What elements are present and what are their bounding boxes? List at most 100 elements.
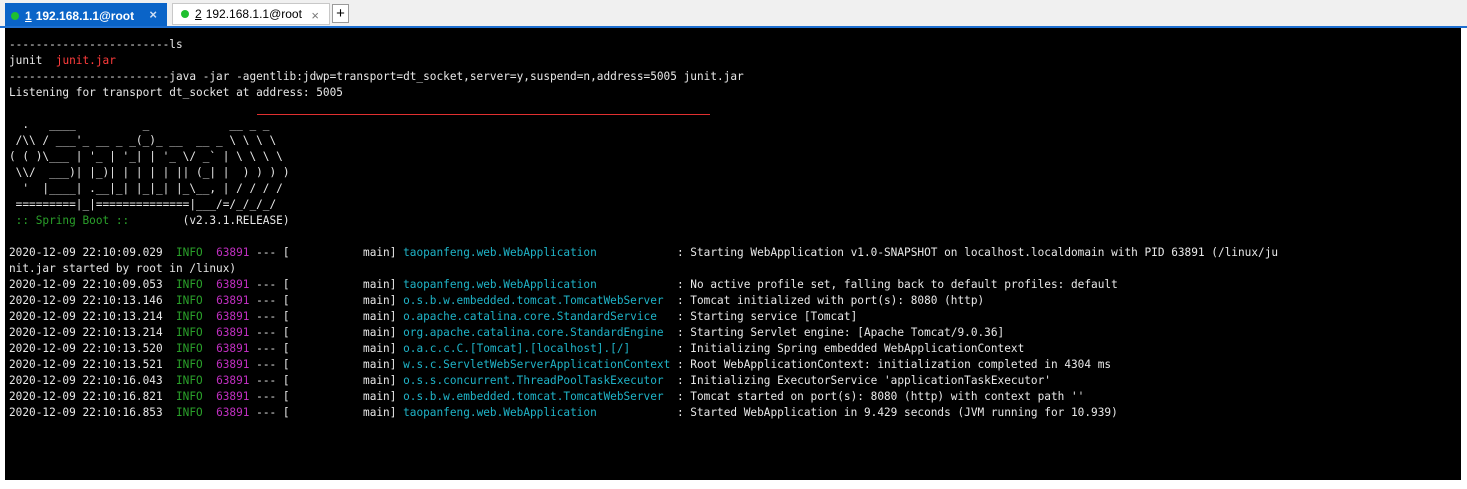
log-timestamp: 2020-12-09 22:10:09.053 bbox=[9, 278, 163, 291]
log-line: 2020-12-09 22:10:16.821 INFO 63891 --- [… bbox=[9, 389, 1084, 405]
tab-title: 192.168.1.1@root bbox=[35, 8, 135, 23]
spring-boot-label: :: Spring Boot :: bbox=[9, 214, 136, 227]
spring-boot-version: (v2.3.1.RELEASE) bbox=[135, 214, 290, 227]
log-logger: taopanfeng.web.WebApplication bbox=[403, 246, 671, 259]
terminal-pane[interactable]: ------------------------ls junit junit.j… bbox=[5, 28, 1461, 480]
log-pid: 63891 bbox=[216, 390, 250, 403]
tab-bar: 1 192.168.1.1@root × 2 192.168.1.1@root … bbox=[0, 0, 1467, 28]
log-message: : Starting Servlet engine: [Apache Tomca… bbox=[670, 326, 1005, 339]
log-pid: 63891 bbox=[216, 294, 250, 307]
log-message: : No active profile set, falling back to… bbox=[670, 278, 1118, 291]
log-timestamp: 2020-12-09 22:10:16.821 bbox=[9, 390, 163, 403]
spring-banner-line: =========|_|==============|___/=/_/_/_/ bbox=[9, 198, 277, 211]
log-message: : Initializing Spring embedded WebApplic… bbox=[670, 342, 1025, 355]
log-thread: --- [ main] bbox=[249, 246, 404, 259]
log-line-continuation: nit.jar started by root in /linux) bbox=[9, 262, 237, 275]
java-command-prefix: ------------------------java -jar bbox=[9, 70, 237, 83]
log-timestamp: 2020-12-09 22:10:09.029 bbox=[9, 246, 163, 259]
log-thread: --- [ main] bbox=[249, 310, 404, 323]
log-timestamp: 2020-12-09 22:10:13.521 bbox=[9, 358, 163, 371]
log-pid: 63891 bbox=[216, 326, 250, 339]
log-pid: 63891 bbox=[216, 342, 250, 355]
spring-banner-line: ( ( )\___ | '_ | '_| | '_ \/ _` | \ \ \ … bbox=[9, 150, 283, 163]
log-thread: --- [ main] bbox=[249, 294, 404, 307]
log-pid: 63891 bbox=[216, 358, 250, 371]
tab-session-1[interactable]: 1 192.168.1.1@root × bbox=[5, 3, 167, 28]
log-thread: --- [ main] bbox=[249, 406, 404, 419]
log-timestamp: 2020-12-09 22:10:16.043 bbox=[9, 374, 163, 387]
log-pid: 63891 bbox=[216, 406, 250, 419]
log-level: INFO bbox=[175, 374, 203, 387]
log-logger: w.s.c.ServletWebServerApplicationContext bbox=[403, 358, 671, 371]
log-thread: --- [ main] bbox=[249, 326, 404, 339]
log-timestamp: 2020-12-09 22:10:13.520 bbox=[9, 342, 163, 355]
log-thread: --- [ main] bbox=[249, 278, 404, 291]
log-line: 2020-12-09 22:10:13.520 INFO 63891 --- [… bbox=[9, 341, 1024, 357]
java-command-suffix: junit.jar bbox=[676, 70, 744, 83]
log-message: : Root WebApplicationContext: initializa… bbox=[670, 358, 1112, 371]
log-pid: 63891 bbox=[216, 310, 250, 323]
log-line: 2020-12-09 22:10:16.043 INFO 63891 --- [… bbox=[9, 373, 1051, 389]
spring-banner-line: \\/ ___)| |_)| | | | | || (_| | ) ) ) ) bbox=[9, 166, 290, 179]
close-tab-icon[interactable]: × bbox=[149, 7, 157, 22]
log-pid: 63891 bbox=[216, 246, 250, 259]
log-level: INFO bbox=[175, 310, 203, 323]
tab-number: 2 bbox=[195, 7, 202, 21]
log-line: 2020-12-09 22:10:13.214 INFO 63891 --- [… bbox=[9, 325, 1004, 341]
log-timestamp: 2020-12-09 22:10:13.214 bbox=[9, 326, 163, 339]
log-logger: o.a.c.c.C.[Tomcat].[localhost].[/] bbox=[403, 342, 671, 355]
log-logger: o.s.b.w.embedded.tomcat.TomcatWebServer bbox=[403, 294, 671, 307]
log-timestamp: 2020-12-09 22:10:13.214 bbox=[9, 310, 163, 323]
spring-banner-line: . ____ _ __ _ _ bbox=[9, 118, 270, 131]
log-logger: o.apache.catalina.core.StandardService bbox=[403, 310, 671, 323]
log-logger: o.s.b.w.embedded.tomcat.TomcatWebServer bbox=[403, 390, 671, 403]
java-agent-option: -agentlib:jdwp=transport=dt_socket,serve… bbox=[236, 70, 677, 83]
log-logger: org.apache.catalina.core.StandardEngine bbox=[403, 326, 671, 339]
close-tab-icon[interactable]: × bbox=[311, 8, 319, 23]
log-level: INFO bbox=[175, 326, 203, 339]
log-line: 2020-12-09 22:10:16.853 INFO 63891 --- [… bbox=[9, 405, 1118, 421]
log-thread: --- [ main] bbox=[249, 390, 404, 403]
log-level: INFO bbox=[175, 278, 203, 291]
log-level: INFO bbox=[175, 294, 203, 307]
tab-session-2[interactable]: 2 192.168.1.1@root × bbox=[172, 3, 330, 25]
log-level: INFO bbox=[175, 406, 203, 419]
log-logger: taopanfeng.web.WebApplication bbox=[403, 278, 671, 291]
log-message: : Starting WebApplication v1.0-SNAPSHOT … bbox=[670, 246, 1279, 259]
log-timestamp: 2020-12-09 22:10:13.146 bbox=[9, 294, 163, 307]
agent-option-underline bbox=[257, 114, 710, 115]
log-line: 2020-12-09 22:10:09.029 INFO 63891 --- [… bbox=[9, 245, 1278, 261]
log-timestamp: 2020-12-09 22:10:16.853 bbox=[9, 406, 163, 419]
log-level: INFO bbox=[175, 358, 203, 371]
spring-banner-line: /\\ / ___'_ __ _ _(_)_ __ __ _ \ \ \ \ bbox=[9, 134, 277, 147]
spring-banner-line: ' |____| .__|_| |_|_| |_\__, | / / / / bbox=[9, 182, 283, 195]
log-message: : Tomcat initialized with port(s): 8080 … bbox=[670, 294, 985, 307]
java-command-line: ------------------------java -jar -agent… bbox=[9, 69, 744, 85]
log-logger: o.s.s.concurrent.ThreadPoolTaskExecutor bbox=[403, 374, 671, 387]
log-level: INFO bbox=[175, 342, 203, 355]
log-pid: 63891 bbox=[216, 278, 250, 291]
add-tab-button[interactable]: + bbox=[332, 4, 349, 23]
log-thread: --- [ main] bbox=[249, 374, 404, 387]
log-message: : Tomcat started on port(s): 8080 (http)… bbox=[670, 390, 1085, 403]
listening-line: Listening for transport dt_socket at add… bbox=[9, 86, 343, 99]
log-thread: --- [ main] bbox=[249, 358, 404, 371]
tab-number: 1 bbox=[25, 8, 32, 23]
log-line: 2020-12-09 22:10:13.146 INFO 63891 --- [… bbox=[9, 293, 984, 309]
ls-output-line: junit junit.jar bbox=[9, 53, 116, 69]
spring-boot-version-line: :: Spring Boot :: (v2.3.1.RELEASE) bbox=[9, 213, 290, 229]
connected-status-icon bbox=[11, 11, 19, 20]
log-line: 2020-12-09 22:10:13.214 INFO 63891 --- [… bbox=[9, 309, 857, 325]
tab-title: 192.168.1.1@root bbox=[205, 7, 302, 21]
ls-output-jar: junit.jar bbox=[55, 54, 116, 67]
ls-command-line: ------------------------ls bbox=[9, 38, 183, 51]
log-level: INFO bbox=[175, 246, 203, 259]
log-line: 2020-12-09 22:10:13.521 INFO 63891 --- [… bbox=[9, 357, 1111, 373]
connected-status-icon bbox=[181, 10, 189, 18]
ls-output-dir: junit bbox=[9, 54, 43, 67]
log-pid: 63891 bbox=[216, 374, 250, 387]
log-line: 2020-12-09 22:10:09.053 INFO 63891 --- [… bbox=[9, 277, 1118, 293]
log-message: : Started WebApplication in 9.429 second… bbox=[670, 406, 1118, 419]
log-level: INFO bbox=[175, 390, 203, 403]
log-thread: --- [ main] bbox=[249, 342, 404, 355]
